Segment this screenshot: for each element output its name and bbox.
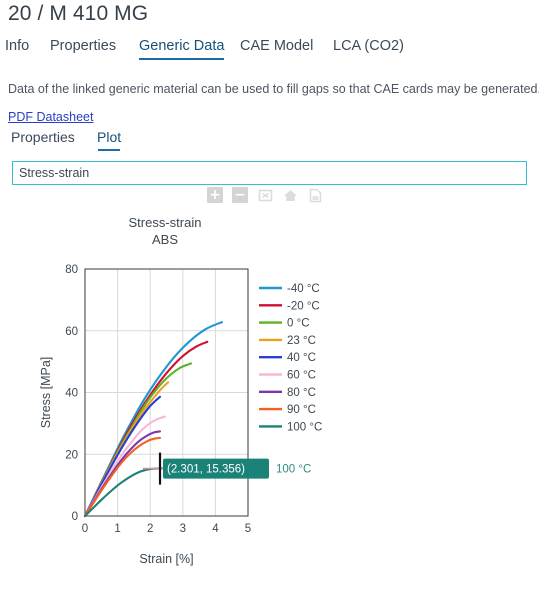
series-curve [83,340,209,518]
zoom-out-glyph: − [234,187,246,203]
x-tick-label: 1 [114,523,120,535]
page-title: 20 / M 410 MG [8,2,149,25]
home-icon[interactable] [282,187,298,203]
generic-data-plot-page: 20 / M 410 MG Info Properties Generic Da… [0,0,539,590]
legend-label[interactable]: 60 °C [287,370,316,382]
description-text: Data of the linked generic material can … [8,82,539,96]
fit-to-screen-icon[interactable] [257,187,273,203]
x-tick-label: 0 [82,523,88,535]
legend-label[interactable]: -40 °C [287,283,320,295]
series-curve [83,321,223,518]
x-tick-label: 4 [212,523,219,535]
y-tick-label: 40 [65,388,78,400]
sub-tab-properties[interactable]: Properties [11,129,75,151]
legend-label[interactable]: 90 °C [287,404,316,416]
y-axis-label: Stress [MPa] [39,357,53,429]
y-tick-label: 80 [65,264,78,276]
y-tick-label: 60 [65,326,78,338]
tab-generic-data[interactable]: Generic Data [139,38,225,60]
plot-select-input[interactable] [12,161,527,185]
series-curve [83,415,166,518]
legend-label[interactable]: 23 °C [287,335,316,347]
x-tick-label: 3 [180,523,186,535]
legend-label[interactable]: 80 °C [287,387,316,399]
y-tick-label: 20 [65,449,78,461]
zoom-in-glyph: + [209,187,221,203]
y-tick-label: 0 [72,511,78,523]
sub-tab-bar: Properties Plot [0,129,539,153]
tab-properties[interactable]: Properties [50,38,116,60]
legend-label[interactable]: -20 °C [287,300,320,312]
x-tick-label: 5 [245,523,251,535]
sub-tab-plot[interactable]: Plot [97,129,121,151]
plot-toolbar: + − [207,186,323,204]
pdf-datasheet-link[interactable]: PDF Datasheet [8,110,93,124]
tab-cae-model[interactable]: CAE Model [240,38,313,60]
chart-canvas[interactable]: 0 1 2 3 4 5 0 20 40 60 80 Strain [%] Stress [MPa] -40… [0,206,539,590]
zoom-in-icon[interactable]: + [207,187,223,203]
save-image-icon[interactable] [307,187,323,203]
hover-tooltip-text: (2.301, 15.356) [167,464,245,476]
zoom-out-icon[interactable]: − [232,187,248,203]
legend-label[interactable]: 40 °C [287,352,316,364]
stress-strain-chart: Stress-strain ABS 0 1 2 3 4 5 0 20 40 60 80 Strain … [0,206,539,590]
main-tab-bar: Info Properties Generic Data CAE Model L… [0,38,539,64]
x-tick-label: 2 [147,523,153,535]
legend-label[interactable]: 100 °C [287,421,322,433]
tab-info[interactable]: Info [5,38,29,60]
x-axis-label: Strain [%] [139,552,193,566]
hover-series-label: 100 °C [276,464,311,476]
legend-label[interactable]: 0 °C [287,318,310,330]
tab-lca-co2[interactable]: LCA (CO2) [333,38,404,60]
